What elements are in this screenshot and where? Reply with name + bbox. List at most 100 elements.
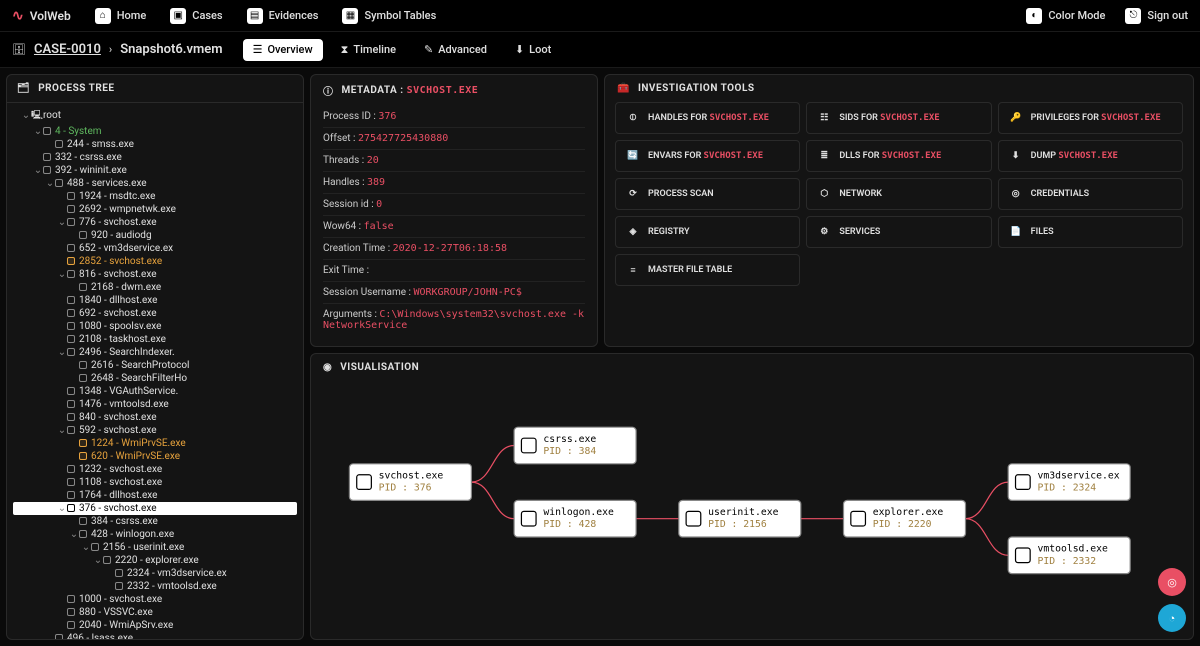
table-icon: ▦ [342,8,358,24]
tree-node[interactable]: ⌄428 - winlogon.exe [13,528,297,541]
top-nav: ∿ VolWeb ⌂Home ▣Cases ▤Evidences ▦Symbol… [0,0,1200,32]
tab-advanced[interactable]: ✎Advanced [414,39,497,61]
tools-grid: ⦶HANDLES FOR SVCHOST.EXE☷SIDS FOR SVCHOS… [605,102,1193,296]
evidences-icon: ▤ [247,8,263,24]
tool-button[interactable]: ≡MASTER FILE TABLE [615,254,800,286]
tool-icon: ⬡ [817,187,831,201]
tree-node[interactable]: ⌄376 - svchost.exe [13,502,297,515]
tool-icon: ⟳ [626,187,640,201]
tool-button[interactable]: ⚙SERVICES [806,216,991,248]
download-icon: ⬇ [515,43,524,56]
tool-button[interactable]: ◎CREDENTIALS [998,178,1183,210]
tree-node[interactable]: 840 - svchost.exe [13,411,297,424]
nav-cases[interactable]: ▣Cases [170,8,222,24]
tree-node[interactable]: 1348 - VGAuthService. [13,385,297,398]
tree-node[interactable]: ⌄🖳root [13,107,297,125]
tree-node[interactable]: 332 - csrss.exe [13,151,297,164]
tools-panel: 🧰 INVESTIGATION TOOLS ⦶HANDLES FOR SVCHO… [604,74,1194,347]
tree-node[interactable]: 692 - svchost.exe [13,307,297,320]
tree-node[interactable]: ⌄392 - wininit.exe [13,164,297,177]
tab-loot[interactable]: ⬇Loot [505,39,561,61]
tree-node[interactable]: ⌄2220 - explorer.exe [13,554,297,567]
tool-icon: ≣ [817,149,831,163]
graph-node[interactable]: winlogon.exePID : 428 [514,500,636,537]
tree-node[interactable]: 2852 - svchost.exe [13,255,297,268]
moon-icon: ◐ [1026,8,1042,24]
tool-button[interactable]: 📄FILES [998,216,1183,248]
tab-overview[interactable]: ☰Overview [243,39,323,61]
tree-node[interactable]: 1108 - svchost.exe [13,476,297,489]
signout-button[interactable]: ⎋Sign out [1125,8,1188,24]
tool-button[interactable]: 🔄ENVARS FOR SVCHOST.EXE [615,140,800,172]
tool-icon: ⬇ [1009,149,1023,163]
svg-text:vmtoolsd.exe: vmtoolsd.exe [1037,544,1108,555]
tool-button[interactable]: ⬇DUMP SVCHOST.EXE [998,140,1183,172]
process-tree[interactable]: ⌄🖳root⌄4 - System244 - smss.exe332 - csr… [7,103,303,639]
tool-button[interactable]: ☷SIDS FOR SVCHOST.EXE [806,102,991,134]
tree-node[interactable]: 496 - lsass.exe [13,632,297,639]
tree-node[interactable]: 2108 - taskhost.exe [13,333,297,346]
graph-node[interactable]: csrss.exePID : 384 [514,427,636,464]
nav-symbol-tables[interactable]: ▦Symbol Tables [342,8,436,24]
tree-node[interactable]: 2040 - WmiApSrv.exe [13,619,297,632]
tool-button[interactable]: ⬡NETWORK [806,178,991,210]
tab-timeline[interactable]: ⧗Timeline [331,39,406,61]
tool-button[interactable]: ⟳PROCESS SCAN [615,178,800,210]
tree-node[interactable]: 1476 - vmtoolsd.exe [13,398,297,411]
graph-node[interactable]: svchost.exePID : 376 [349,464,471,501]
tool-button[interactable]: ◈REGISTRY [615,216,800,248]
tree-node[interactable]: 2692 - wmpnetwk.exe [13,203,297,216]
graph-node[interactable]: explorer.exePID : 2220 [844,500,966,537]
tree-node[interactable]: ⌄2156 - userinit.exe [13,541,297,554]
svg-text:vm3dservice.ex: vm3dservice.ex [1037,470,1119,481]
tree-node[interactable]: 652 - vm3dservice.ex [13,242,297,255]
process-graph[interactable]: svchost.exePID : 376 csrss.exePID : 384 wi… [325,391,1179,622]
tree-node[interactable]: ⌄488 - services.exe [13,177,297,190]
nav-home[interactable]: ⌂Home [95,8,147,24]
tree-node[interactable]: 1764 - dllhost.exe [13,489,297,502]
breadcrumb-case[interactable]: CASE-0010 [34,42,101,57]
graph-node[interactable]: userinit.exePID : 2156 [679,500,801,537]
tree-node[interactable]: ⌄776 - svchost.exe [13,216,297,229]
tree-node[interactable]: 920 - audiodg [13,229,297,242]
svg-text:PID : 2324: PID : 2324 [1037,483,1096,494]
tree-node[interactable]: 1924 - msdtc.exe [13,190,297,203]
metadata-row: Handles : 389 [323,172,585,194]
svg-text:svchost.exe: svchost.exe [379,470,444,481]
tree-node[interactable]: ⌄816 - svchost.exe [13,268,297,281]
tree-node[interactable]: 1840 - dllhost.exe [13,294,297,307]
breadcrumb-bar: 🗄 CASE-0010 › Snapshot6.vmem ☰Overview ⧗… [0,32,1200,68]
tree-node[interactable]: 2332 - vmtoolsd.exe [13,580,297,593]
sidebar: 🗂 PROCESS TREE ⌄🖳root⌄4 - System244 - sm… [6,74,304,640]
tool-button[interactable]: ⦶HANDLES FOR SVCHOST.EXE [615,102,800,134]
wand-icon: ✎ [424,43,433,56]
tool-button[interactable]: 🔑PRIVILEGES FOR SVCHOST.EXE [998,102,1183,134]
graph-edge [966,482,1009,519]
tree-node[interactable]: 880 - VSSVC.exe [13,606,297,619]
tree-node[interactable]: ⌄592 - svchost.exe [13,424,297,437]
graph-node[interactable]: vm3dservice.ex PID : 2324 [1008,464,1130,501]
tree-node[interactable]: 2616 - SearchProtocol [13,359,297,372]
metadata-row: Offset : 275427725430880 [323,128,585,150]
tree-node[interactable]: ⌄4 - System [13,125,297,138]
tree-node[interactable]: 384 - csrss.exe [13,515,297,528]
tree-node[interactable]: 1000 - svchost.exe [13,593,297,606]
tree-node[interactable]: 2324 - vm3dservice.ex [13,567,297,580]
tree-node[interactable]: 620 - WmiPrvSE.exe [13,450,297,463]
fab-record[interactable]: ◎ [1158,568,1186,596]
logo[interactable]: ∿ VolWeb [12,8,71,24]
color-mode-toggle[interactable]: ◐Color Mode [1026,8,1105,24]
tree-node[interactable]: ⌄2496 - SearchIndexer. [13,346,297,359]
nav-evidences[interactable]: ▤Evidences [247,8,319,24]
tree-node[interactable]: 1224 - WmiPrvSE.exe [13,437,297,450]
fab-view[interactable]: ◔ [1158,604,1186,632]
visualisation-body[interactable]: svchost.exePID : 376 csrss.exePID : 384 wi… [311,381,1193,632]
graph-node[interactable]: vmtoolsd.exePID : 2332 [1008,537,1130,574]
tree-node[interactable]: 1080 - spoolsv.exe [13,320,297,333]
graph-edge [471,446,514,483]
tree-node[interactable]: 2648 - SearchFilterHo [13,372,297,385]
tree-node[interactable]: 2168 - dwm.exe [13,281,297,294]
tree-node[interactable]: 244 - smss.exe [13,138,297,151]
tree-node[interactable]: 1232 - svchost.exe [13,463,297,476]
tool-button[interactable]: ≣DLLS FOR SVCHOST.EXE [806,140,991,172]
